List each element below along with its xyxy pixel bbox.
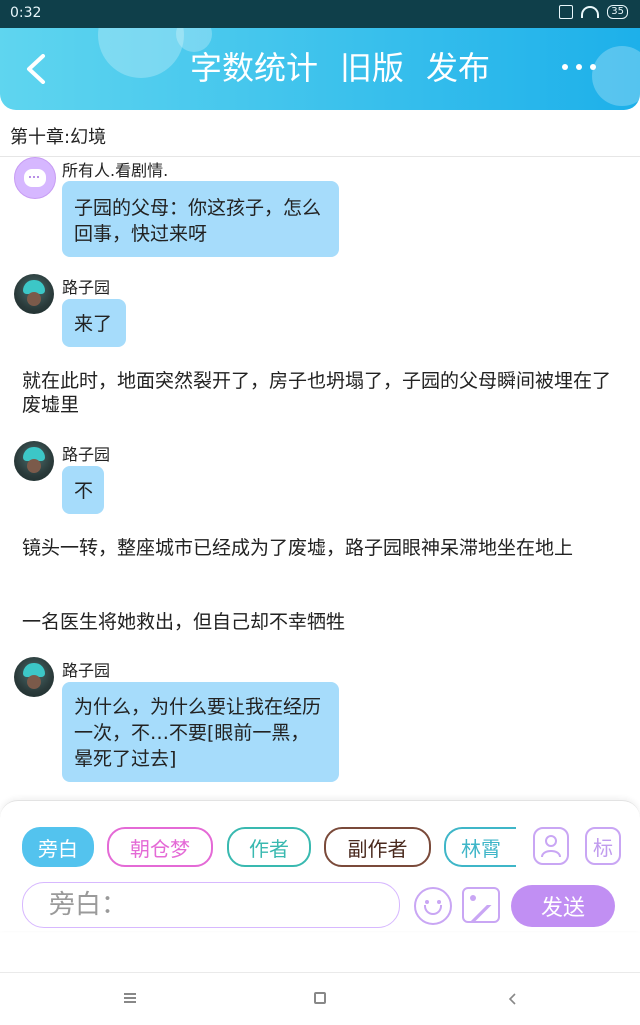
message-sender: 路子园 bbox=[62, 278, 111, 297]
role-chip-linxiao[interactable]: 林霄 bbox=[444, 827, 516, 867]
more-icon[interactable] bbox=[562, 60, 600, 74]
word-count-button[interactable]: 字数统计 bbox=[190, 48, 318, 88]
chat-content[interactable]: 所有人.看剧情. 子园的父母：你这孩子，怎么回事，快过来呀 路子园 来了 就在此… bbox=[0, 157, 640, 797]
battery-icon: 35 bbox=[607, 5, 628, 19]
chat-bubble-icon bbox=[24, 169, 46, 187]
status-bar: 0:32 35 bbox=[0, 0, 640, 28]
notification-icon bbox=[559, 5, 574, 19]
image-icon[interactable] bbox=[462, 887, 500, 923]
character-avatar[interactable] bbox=[14, 274, 54, 314]
back-icon[interactable] bbox=[22, 52, 50, 86]
app-header: 字数统计 旧版 发布 bbox=[0, 28, 640, 110]
role-chip-chaocangmeng[interactable]: 朝仓梦 bbox=[107, 827, 213, 867]
home-icon[interactable] bbox=[314, 992, 326, 1004]
narrator-avatar[interactable] bbox=[14, 157, 56, 199]
chapter-title: 第十章:幻境 bbox=[10, 127, 107, 148]
message-input-wrap bbox=[22, 882, 400, 928]
person-icon[interactable] bbox=[533, 827, 569, 865]
role-chip-co-author[interactable]: 副作者 bbox=[324, 827, 431, 867]
role-tag-button[interactable]: 标 bbox=[585, 827, 621, 865]
role-chip-narrator[interactable]: 旁白 bbox=[22, 827, 94, 867]
message-bubble[interactable]: 不 bbox=[62, 466, 104, 514]
send-button[interactable]: 发送 bbox=[511, 885, 615, 927]
status-icons: 35 bbox=[559, 5, 628, 19]
message-sender: 路子园 bbox=[62, 661, 111, 680]
chapter-bar: 第十章:幻境 bbox=[0, 112, 640, 157]
message-sender: 所有人.看剧情. bbox=[62, 161, 169, 180]
narration-text[interactable]: 镜头一转，整座城市已经成为了废墟，路子园眼神呆滞地坐在地上 bbox=[22, 536, 622, 560]
old-version-button[interactable]: 旧版 bbox=[340, 48, 404, 88]
status-time: 0:32 bbox=[10, 5, 42, 21]
decor-bubble bbox=[98, 28, 184, 78]
message-bubble[interactable]: 为什么，为什么要让我在经历一次，不…不要[眼前一黑，晕死了过去] bbox=[62, 682, 339, 782]
emoji-icon[interactable] bbox=[414, 887, 452, 925]
message-input[interactable] bbox=[23, 883, 399, 927]
narration-text[interactable]: 一名医生将她救出，但自己却不幸牺牲 bbox=[22, 610, 622, 634]
message-sender: 路子园 bbox=[62, 445, 111, 464]
message-bubble[interactable]: 来了 bbox=[62, 299, 126, 347]
nav-back-icon[interactable] bbox=[506, 991, 520, 1005]
system-nav-bar bbox=[0, 972, 640, 1025]
character-avatar[interactable] bbox=[14, 441, 54, 481]
message-bubble[interactable]: 子园的父母：你这孩子，怎么回事，快过来呀 bbox=[62, 181, 339, 257]
publish-button[interactable]: 发布 bbox=[426, 48, 490, 88]
role-chip-author[interactable]: 作者 bbox=[227, 827, 311, 867]
header-actions: 字数统计 旧版 发布 bbox=[190, 48, 490, 88]
menu-icon[interactable] bbox=[124, 993, 136, 1003]
input-panel: 旁白 朝仓梦 作者 副作者 林霄 标 发送 bbox=[0, 800, 640, 931]
wifi-icon bbox=[581, 6, 600, 18]
narration-text[interactable]: 就在此时，地面突然裂开了，房子也坍塌了，子园的父母瞬间被埋在了废墟里 bbox=[22, 369, 622, 417]
character-avatar[interactable] bbox=[14, 657, 54, 697]
decor-bubble bbox=[592, 46, 640, 106]
